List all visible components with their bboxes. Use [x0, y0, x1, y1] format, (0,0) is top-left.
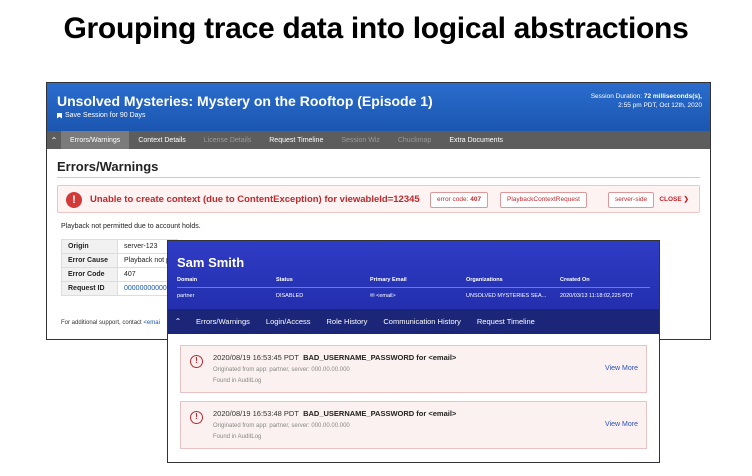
session-duration-label: Session Duration:: [590, 93, 643, 100]
detail-key: Origin: [61, 239, 118, 254]
session-time: 2:55 pm PDT, Oct 12th, 2020: [618, 102, 702, 109]
event-timestamp: 2020/08/19 16:53:45 PDT: [213, 353, 299, 362]
view-more-link[interactable]: View More: [605, 365, 638, 372]
event-headline: 2020/08/19 16:53:48 PDT BAD_USERNAME_PAS…: [213, 409, 456, 418]
support-footer: For additional support, contact <emai: [61, 320, 160, 326]
error-alert: ! Unable to create context (due to Conte…: [57, 185, 700, 213]
chevron-up-icon[interactable]: ⌃: [47, 131, 61, 149]
event-origin: Originated from app: partner, server: 00…: [213, 367, 350, 373]
event-code: BAD_USERNAME_PASSWORD for <email>: [303, 409, 457, 418]
list-item: ! 2020/08/19 16:53:48 PDT BAD_USERNAME_P…: [180, 401, 647, 449]
tab-request-timeline[interactable]: Request Timeline: [260, 131, 332, 149]
table-row: Error Code 407: [61, 267, 178, 282]
error-code-label: error code:: [437, 196, 469, 203]
section-divider: [57, 177, 700, 178]
user-window: Sam Smith Domain partner Status DISABLED…: [167, 240, 660, 463]
user-tabs: ⌃ Errors/Warnings Login/Access Role Hist…: [168, 309, 659, 334]
bookmark-icon: [57, 112, 62, 119]
email-field: Primary Email ✉ <email>: [370, 277, 407, 299]
chevron-up-icon[interactable]: ⌃: [168, 317, 188, 326]
email-label: Primary Email: [370, 277, 407, 283]
table-row: Origin server-123: [61, 239, 178, 254]
details-table: Origin server-123 Error Cause Playback n…: [61, 239, 178, 296]
error-code-value: 407: [470, 196, 482, 203]
event-source: Found in AuditLog: [213, 434, 262, 440]
tab-communication-history[interactable]: Communication History: [375, 317, 469, 326]
exclamation-circle-icon: !: [66, 192, 82, 208]
user-name: Sam Smith: [177, 255, 245, 270]
organizations-value: UNSOLVED MYSTERIES SEA...: [466, 293, 547, 299]
event-headline: 2020/08/19 16:53:45 PDT BAD_USERNAME_PAS…: [213, 353, 456, 362]
session-duration-value: 72 milliseconds(s),: [643, 93, 702, 100]
domain-value: partner: [177, 293, 195, 299]
created-on-value: 2020/03/13 11:18:02,225 PDT: [560, 293, 634, 299]
created-on-field: Created On 2020/03/13 11:18:02,225 PDT: [560, 277, 633, 299]
event-timestamp: 2020/08/19 16:53:48 PDT: [213, 409, 299, 418]
save-session-label: Save Session for 90 Days: [65, 112, 146, 119]
detail-key: Error Code: [61, 267, 118, 282]
tab-context-details[interactable]: Context Details: [129, 131, 194, 149]
exclamation-circle-icon: !: [190, 411, 203, 424]
tab-request-timeline[interactable]: Request Timeline: [469, 317, 543, 326]
detail-key: Error Cause: [61, 253, 118, 268]
domain-label: Domain: [177, 277, 198, 283]
session-title: Unsolved Mysteries: Mystery on the Rooft…: [57, 93, 433, 109]
detail-key: Request ID: [61, 281, 118, 296]
tab-login-access[interactable]: Login/Access: [258, 317, 319, 326]
tab-errors-warnings[interactable]: Errors/Warnings: [188, 317, 258, 326]
organizations-label: Organizations: [466, 277, 503, 283]
tab-errors-warnings[interactable]: Errors/Warnings: [61, 131, 130, 149]
support-text: For additional support, contact: [61, 320, 142, 326]
status-field: Status DISABLED: [276, 277, 303, 299]
tab-role-history[interactable]: Role History: [319, 317, 376, 326]
table-row: Error Cause Playback not p: [61, 253, 178, 268]
origin-badge: server-side: [608, 192, 655, 208]
tab-session-wiz[interactable]: Session Wiz: [332, 131, 389, 149]
slide-title: Grouping trace data into logical abstrac…: [63, 12, 689, 45]
support-email-link[interactable]: <emai: [143, 320, 160, 326]
save-session-link[interactable]: Save Session for 90 Days: [57, 112, 146, 119]
list-item: ! 2020/08/19 16:53:45 PDT BAD_USERNAME_P…: [180, 345, 647, 393]
error-code-badge: error code: 407: [430, 192, 489, 208]
chevron-down-icon: ❯: [683, 196, 689, 203]
session-header: Unsolved Mysteries: Mystery on the Rooft…: [47, 83, 710, 131]
organizations-field: Organizations UNSOLVED MYSTERIES SEA...: [466, 277, 546, 299]
user-header: Sam Smith Domain partner Status DISABLED…: [168, 241, 659, 309]
close-label: CLOSE: [659, 196, 682, 203]
session-info: Session Duration: 72 milliseconds(s), 2:…: [591, 92, 702, 110]
table-row: Request ID 000000000000: [61, 281, 178, 296]
status-label: Status: [276, 277, 293, 283]
exclamation-circle-icon: !: [190, 355, 203, 368]
tab-extra-documents[interactable]: Extra Documents: [440, 131, 512, 149]
email-value: <email>: [376, 293, 396, 299]
close-button[interactable]: CLOSE ❯: [659, 195, 689, 203]
tab-license-details[interactable]: License Details: [195, 131, 260, 149]
event-source: Found in AuditLog: [213, 378, 262, 384]
email-value-row: ✉ <email>: [370, 293, 407, 299]
created-on-label: Created On: [560, 277, 590, 283]
event-code: BAD_USERNAME_PASSWORD for <email>: [303, 353, 457, 362]
request-type-badge: PlaybackContextRequest: [500, 192, 587, 208]
tab-chuckmap[interactable]: Chuckmap: [389, 131, 440, 149]
status-value: DISABLED: [276, 293, 304, 299]
event-origin: Originated from app: partner, server: 00…: [213, 423, 350, 429]
session-tabs: ⌃ Errors/Warnings Context Details Licens…: [47, 131, 710, 149]
domain-field: Domain partner: [177, 277, 197, 299]
view-more-link[interactable]: View More: [605, 421, 638, 428]
alert-description: Playback not permitted due to account ho…: [61, 223, 201, 230]
section-title: Errors/Warnings: [57, 159, 159, 174]
alert-message: Unable to create context (due to Content…: [90, 194, 420, 205]
envelope-icon: ✉: [370, 293, 375, 299]
